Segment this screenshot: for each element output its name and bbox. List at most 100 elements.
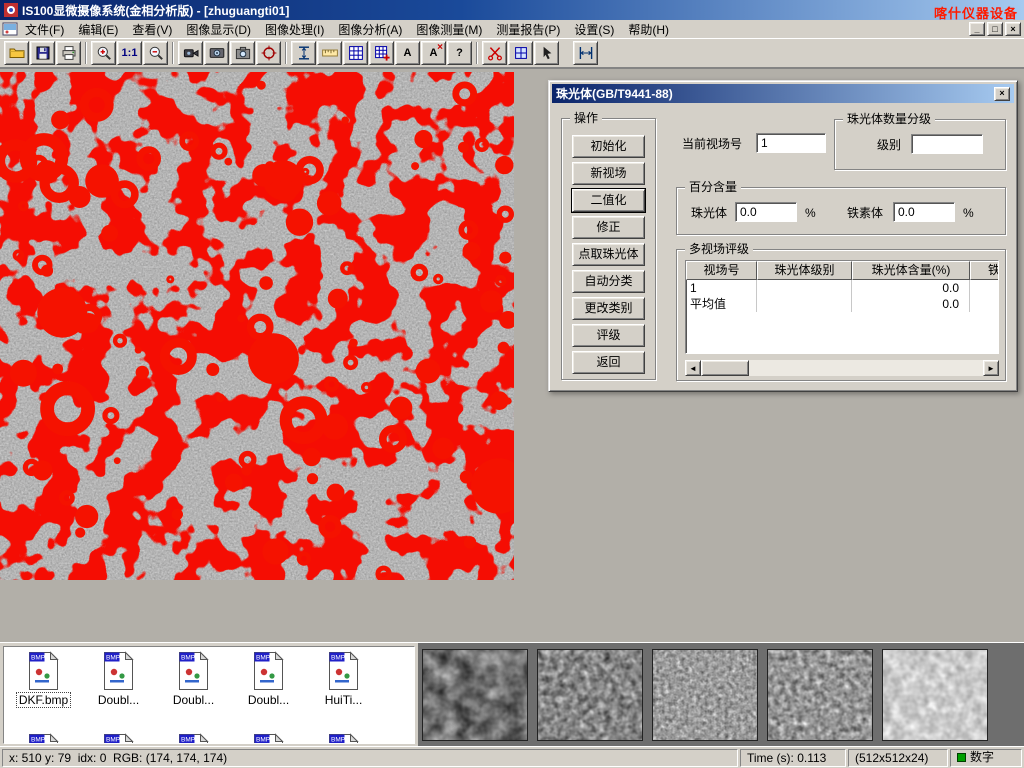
new-field-button[interactable]: 新视场 bbox=[572, 162, 645, 185]
table-row[interactable]: 1 0.0 bbox=[686, 280, 998, 296]
toolbar-sep bbox=[172, 42, 174, 64]
svg-text:BMP: BMP bbox=[256, 655, 270, 662]
file-item[interactable]: BMPDKF.bmp bbox=[6, 651, 81, 708]
menu-file[interactable]: 文件(F) bbox=[18, 19, 71, 40]
actual-size-button-glyph: 1:1 bbox=[122, 47, 138, 59]
binarize-button[interactable]: 二值化 bbox=[572, 189, 645, 212]
open-button[interactable] bbox=[4, 41, 29, 65]
toolbar-sep bbox=[285, 42, 287, 64]
thumbnail-1[interactable] bbox=[422, 649, 528, 741]
correct-button[interactable]: 修正 bbox=[572, 216, 645, 239]
file-item[interactable]: BMPDoubl... bbox=[81, 651, 156, 708]
multi-field-legend: 多视场评级 bbox=[685, 242, 753, 257]
thumbnail-3[interactable] bbox=[652, 649, 758, 741]
file-item[interactable]: BMP HuiTi... bbox=[306, 651, 381, 708]
grade-input[interactable] bbox=[911, 134, 983, 154]
init-button[interactable]: 初始化 bbox=[572, 135, 645, 158]
bmp-file-icon: BMP bbox=[177, 651, 210, 691]
table-row[interactable]: 平均值 0.0 bbox=[686, 296, 998, 312]
grade-label: 级别 bbox=[877, 138, 901, 152]
caliper-button[interactable] bbox=[291, 41, 316, 65]
thumbnail-2[interactable] bbox=[537, 649, 643, 741]
file-item-partial[interactable]: BMP bbox=[306, 733, 381, 744]
pick-pearlite-button[interactable]: 点取珠光体 bbox=[572, 243, 645, 266]
delete-annotation-button[interactable]: A× bbox=[421, 41, 446, 65]
menu-image-process[interactable]: 图像处理(I) bbox=[258, 19, 331, 40]
toolbar: 1:1 AA×? bbox=[0, 39, 1024, 68]
grid-count-button[interactable] bbox=[343, 41, 368, 65]
grid-plus-icon bbox=[374, 45, 390, 61]
bmp-file-icon: BMP bbox=[27, 651, 60, 691]
svg-text:BMP: BMP bbox=[31, 655, 45, 662]
grid-small-button[interactable] bbox=[508, 41, 533, 65]
minimize-button[interactable]: _ bbox=[969, 22, 985, 36]
file-item-partial[interactable]: BMP bbox=[156, 733, 231, 744]
thumbnail-4[interactable] bbox=[767, 649, 873, 741]
titlebar[interactable]: IS100显微摄像系统(金相分析版) - [zhuguangti01] 喀什仪器… bbox=[0, 0, 1024, 20]
file-label: HuiTi... bbox=[322, 692, 366, 708]
menu-image-display[interactable]: 图像显示(D) bbox=[179, 19, 258, 40]
zoom-in-button[interactable] bbox=[91, 41, 116, 65]
ferrite-percent-unit: % bbox=[963, 206, 974, 220]
table-hscrollbar[interactable]: ◄ ► bbox=[685, 360, 999, 376]
delete-annotation-button-overlay: × bbox=[437, 42, 443, 53]
file-item-partial[interactable]: BMP bbox=[231, 733, 306, 744]
bmp-file-icon: BMP bbox=[27, 733, 60, 744]
svg-text:BMP: BMP bbox=[331, 655, 345, 662]
file-item-partial[interactable]: BMP bbox=[81, 733, 156, 744]
zoom-out-button[interactable] bbox=[143, 41, 168, 65]
caliper-tool-button[interactable] bbox=[573, 41, 598, 65]
menu-image-measure[interactable]: 图像测量(M) bbox=[409, 19, 489, 40]
header-ferrite[interactable]: 铁素 bbox=[970, 261, 999, 280]
thumbnail-5[interactable] bbox=[882, 649, 988, 741]
actual-size-button[interactable]: 1:1 bbox=[117, 41, 142, 65]
grid-add-button[interactable] bbox=[369, 41, 394, 65]
dialog-close-button[interactable]: × bbox=[994, 87, 1010, 101]
cell-content: 0.0 bbox=[852, 280, 970, 296]
bmp-file-icon: BMP bbox=[177, 733, 210, 744]
header-pearlite-grade[interactable]: 珠光体级别 bbox=[757, 261, 852, 280]
auto-classify-button[interactable]: 自动分类 bbox=[572, 270, 645, 293]
status-mode: 数字 bbox=[950, 749, 1022, 767]
file-item-partial[interactable]: BMP bbox=[6, 733, 81, 744]
menu-view[interactable]: 查看(V) bbox=[125, 19, 179, 40]
grade-group: 珠光体数量分级 级别 bbox=[834, 119, 1006, 170]
rate-button[interactable]: 评级 bbox=[572, 324, 645, 347]
current-field-input[interactable] bbox=[756, 133, 826, 153]
pointer-button[interactable] bbox=[534, 41, 559, 65]
restore-button[interactable]: □ bbox=[987, 22, 1003, 36]
scroll-track[interactable] bbox=[701, 360, 983, 376]
child-window-controls: _ □ × bbox=[969, 22, 1024, 36]
ferrite-percent-input[interactable] bbox=[893, 202, 955, 222]
header-pearlite-content[interactable]: 珠光体含量(%) bbox=[852, 261, 970, 280]
change-class-button[interactable]: 更改类别 bbox=[572, 297, 645, 320]
file-row-partial: BMPBMPBMPBMPBMP bbox=[6, 733, 381, 744]
snapshot-button[interactable] bbox=[230, 41, 255, 65]
scroll-left-button[interactable]: ◄ bbox=[685, 360, 701, 376]
file-item[interactable]: BMPDoubl... bbox=[156, 651, 231, 708]
menu-help[interactable]: 帮助(H) bbox=[621, 19, 676, 40]
header-field-no[interactable]: 视场号 bbox=[686, 261, 757, 280]
text-annotation-button[interactable]: A bbox=[395, 41, 420, 65]
cut-button[interactable] bbox=[482, 41, 507, 65]
specimen-image[interactable] bbox=[0, 72, 514, 580]
file-item[interactable]: BMPDoubl... bbox=[231, 651, 306, 708]
return-button[interactable]: 返回 bbox=[572, 351, 645, 374]
target-button[interactable] bbox=[256, 41, 281, 65]
help-button[interactable]: ? bbox=[447, 41, 472, 65]
menu-edit[interactable]: 编辑(E) bbox=[71, 19, 125, 40]
menu-settings[interactable]: 设置(S) bbox=[567, 19, 621, 40]
scroll-right-button[interactable]: ► bbox=[983, 360, 999, 376]
scroll-thumb[interactable] bbox=[701, 360, 749, 376]
pearlite-percent-input[interactable] bbox=[735, 202, 797, 222]
menu-report[interactable]: 测量报告(P) bbox=[489, 19, 567, 40]
dialog-titlebar[interactable]: 珠光体(GB/T9441-88) × bbox=[552, 84, 1014, 103]
menu-image-analysis[interactable]: 图像分析(A) bbox=[331, 19, 409, 40]
close-button[interactable]: × bbox=[1005, 22, 1021, 36]
print-button[interactable] bbox=[56, 41, 81, 65]
caliper-icon bbox=[296, 45, 312, 61]
video-button[interactable] bbox=[204, 41, 229, 65]
save-button[interactable] bbox=[30, 41, 55, 65]
camera-button[interactable] bbox=[178, 41, 203, 65]
ruler-button[interactable] bbox=[317, 41, 342, 65]
